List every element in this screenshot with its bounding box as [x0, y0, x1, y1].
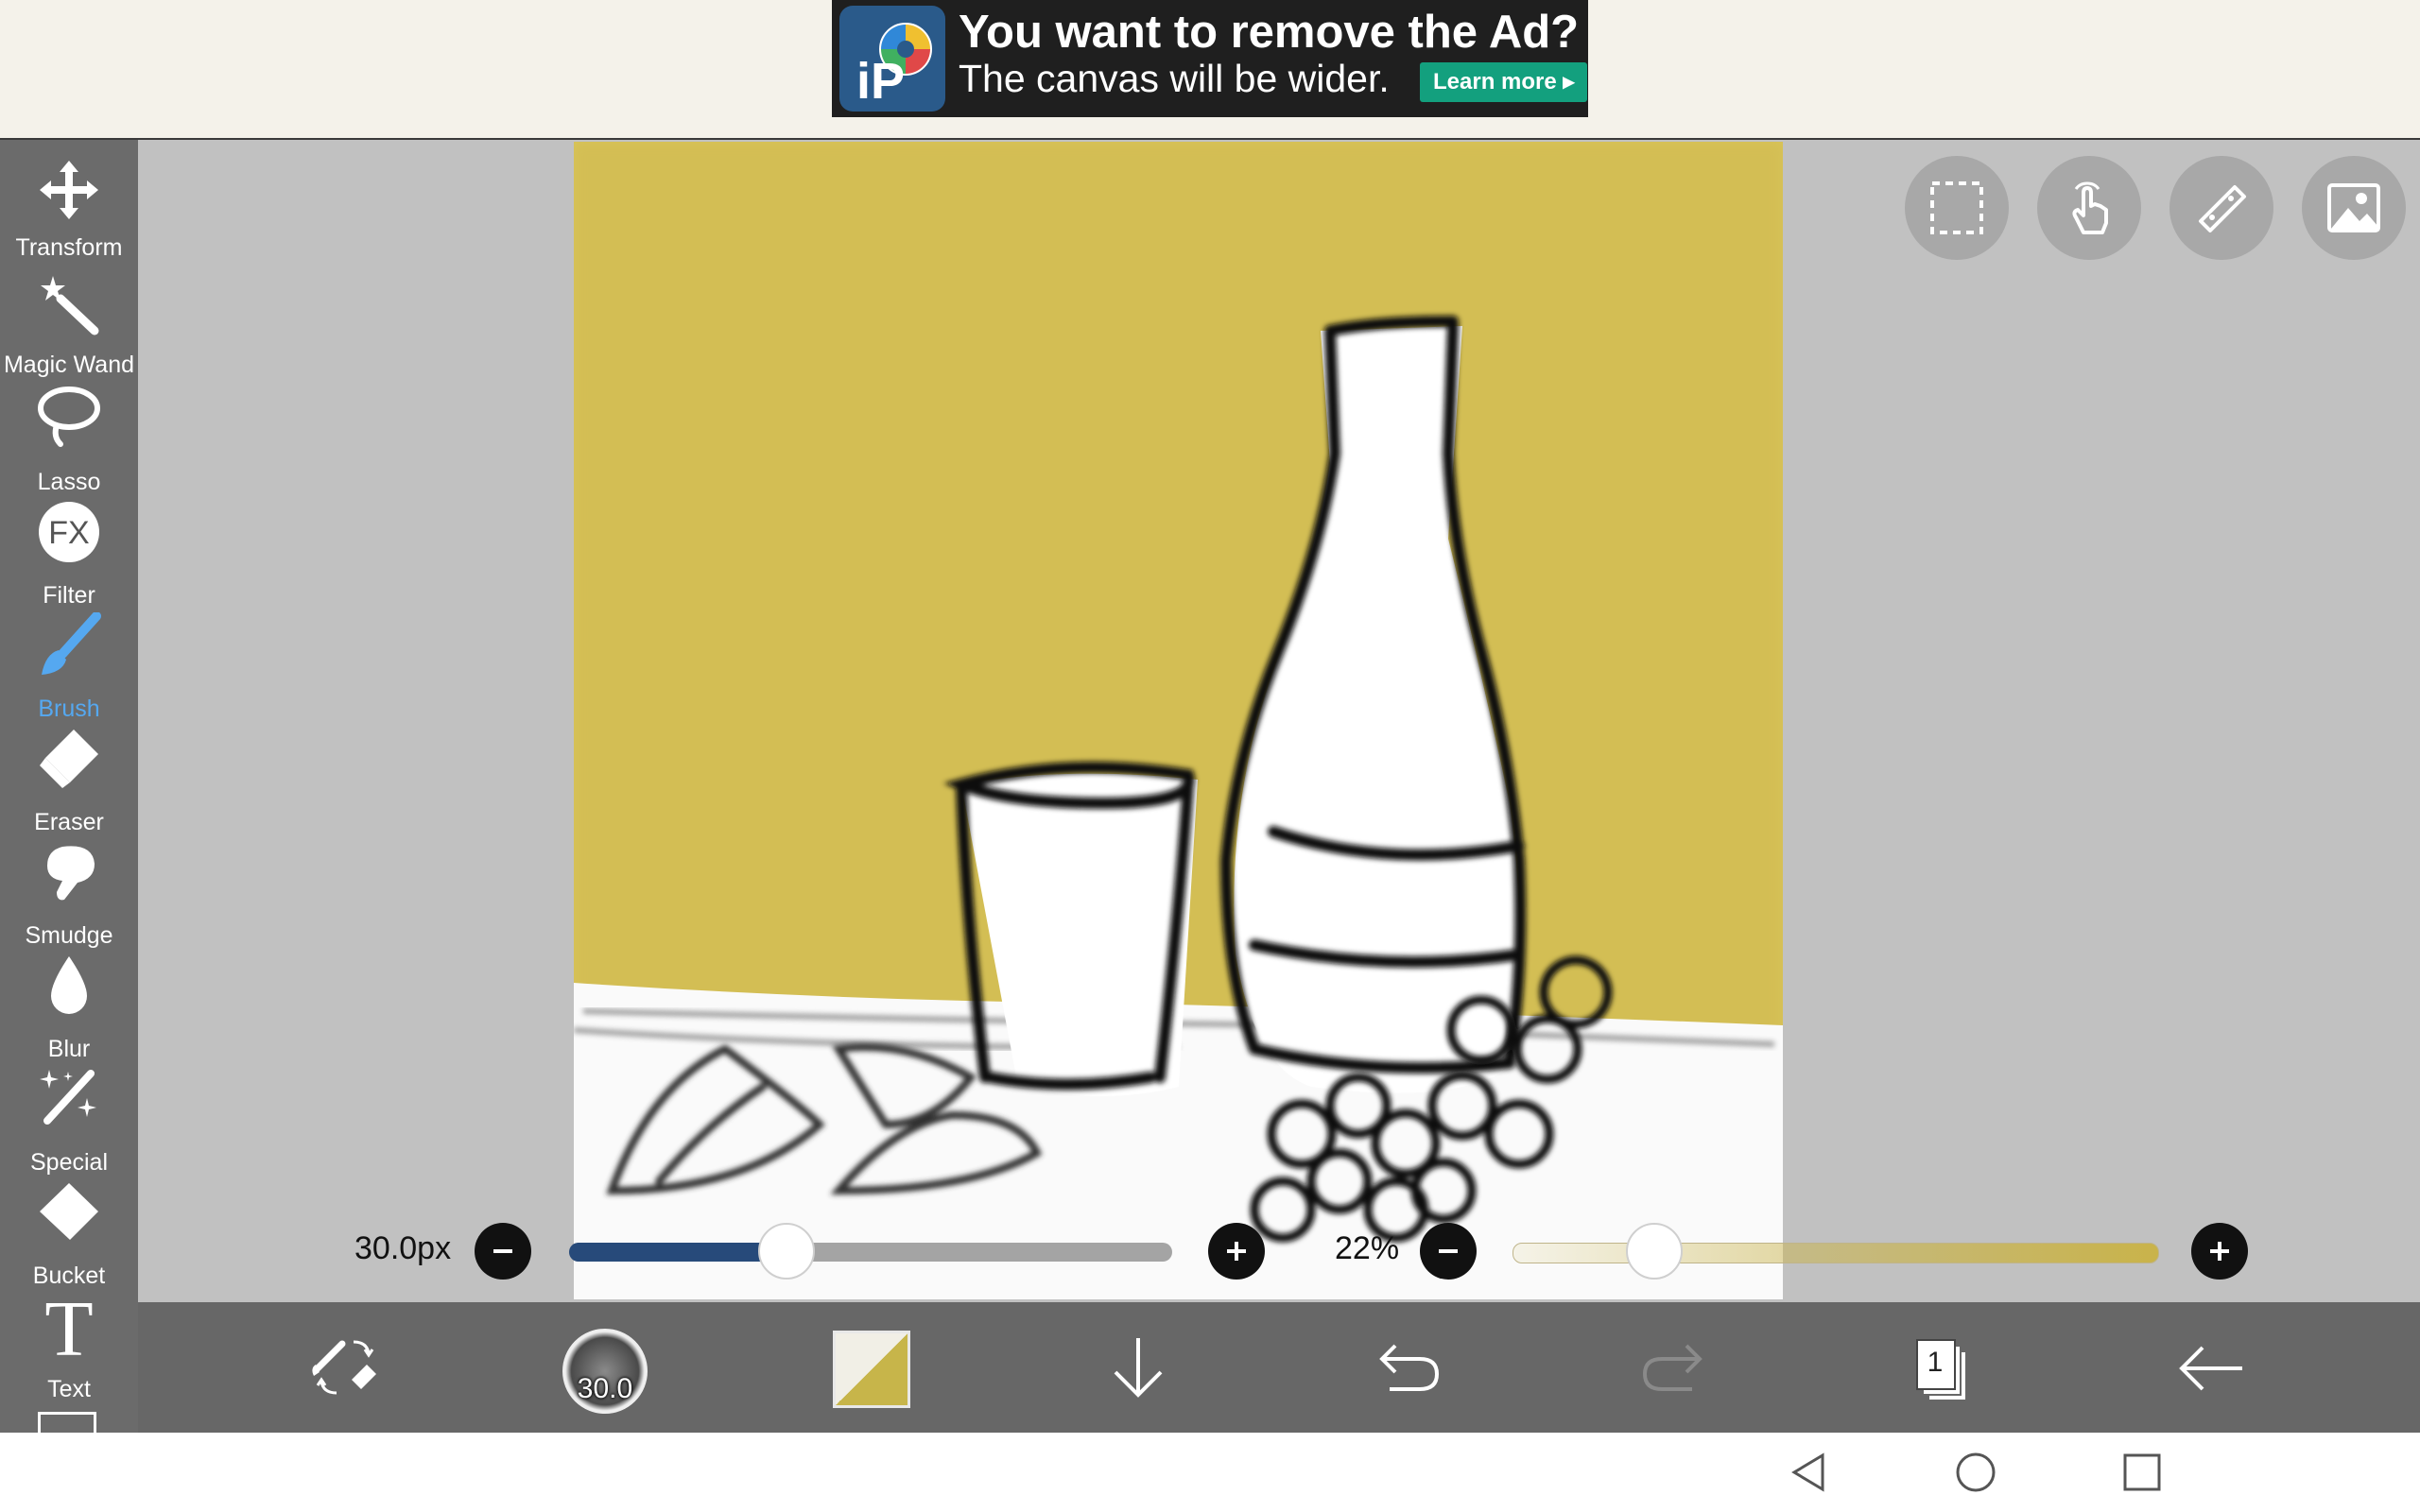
nav-recents-icon[interactable]	[2121, 1452, 2163, 1493]
back-arrow-icon	[2179, 1346, 2242, 1391]
tool-label: Smudge	[25, 922, 113, 949]
tool-magic-wand[interactable]: Magic Wand	[0, 272, 138, 386]
brush-size-slider-thumb[interactable]	[757, 1223, 815, 1280]
swap-tool-button[interactable]	[299, 1323, 389, 1414]
plus-icon	[2210, 1242, 2229, 1261]
tool-text[interactable]: T Text	[0, 1293, 138, 1406]
tool-eraser[interactable]: Eraser	[0, 726, 138, 839]
learn-more-button[interactable]: Learn more ▸	[1420, 62, 1588, 102]
minus-icon	[1439, 1249, 1458, 1253]
text-t-icon: T	[44, 1293, 93, 1365]
ad-banner[interactable]: iP You want to remove the Ad? The canvas…	[832, 0, 1588, 117]
ad-bar: iP You want to remove the Ad? The canvas…	[0, 0, 2420, 140]
layers-button[interactable]: 1	[1898, 1323, 1989, 1414]
bottom-toolbar: 30.0 1	[138, 1302, 2420, 1433]
ruler-icon	[2199, 185, 2246, 232]
lasso-icon	[38, 387, 100, 447]
reference-image-button[interactable]	[2302, 156, 2406, 260]
tool-label: Brush	[38, 696, 100, 722]
download-button[interactable]	[1093, 1323, 1184, 1414]
android-nav-bar	[0, 1433, 2420, 1512]
tool-label: Text	[47, 1376, 91, 1402]
color-swatch[interactable]	[833, 1331, 910, 1408]
swap-tool-icon	[312, 1340, 376, 1395]
opacity-value: 22%	[1335, 1230, 1400, 1266]
brush-preview[interactable]: 30.0	[562, 1329, 648, 1414]
hand-touch-button[interactable]	[2037, 156, 2141, 260]
tool-filter[interactable]: FX Filter	[0, 499, 138, 612]
nav-back-icon[interactable]	[1789, 1452, 1830, 1493]
logo-text: iP	[856, 53, 905, 110]
tool-label: Blur	[47, 1036, 91, 1062]
tool-label: Eraser	[34, 809, 104, 835]
plus-icon	[1227, 1242, 1246, 1261]
tool-transform[interactable]: Transform	[0, 157, 138, 270]
smudge-icon	[47, 846, 95, 901]
drawing-canvas[interactable]	[574, 142, 1783, 1299]
tool-label: Transform	[15, 234, 123, 261]
brush-size-decrease-button[interactable]	[475, 1223, 531, 1280]
opacity-increase-button[interactable]	[2191, 1223, 2248, 1280]
ibispaint-logo: iP	[839, 6, 945, 112]
selection-icon	[1930, 181, 1983, 234]
ruler-button[interactable]	[2169, 156, 2273, 260]
tool-label: Lasso	[37, 469, 101, 495]
hand-touch-icon	[2072, 181, 2108, 234]
redo-icon	[1642, 1344, 1703, 1391]
brush-icon	[42, 612, 101, 675]
tool-label: Filter	[43, 582, 95, 609]
fx-icon: FX	[39, 502, 99, 562]
brush-size-text: 30.0	[577, 1373, 633, 1404]
tool-brush[interactable]: Brush	[0, 612, 138, 726]
tool-label: Bucket	[32, 1263, 106, 1289]
opacity-slider-thumb[interactable]	[1626, 1223, 1684, 1280]
move-arrows-icon	[40, 161, 98, 219]
opacity-decrease-button[interactable]	[1420, 1223, 1477, 1280]
still-life-artwork	[574, 142, 1783, 1299]
layer-count: 1	[1927, 1347, 1944, 1378]
undo-icon	[1379, 1344, 1440, 1391]
special-wand-icon	[40, 1070, 96, 1125]
bucket-icon	[40, 1183, 98, 1240]
tool-blur[interactable]: Blur	[0, 953, 138, 1066]
svg-text:FX: FX	[48, 515, 89, 551]
nav-home-icon[interactable]	[1955, 1452, 1996, 1493]
tool-sidebar: Transform Magic Wand Lasso FX Filter Bru…	[0, 140, 138, 1433]
back-button[interactable]	[2167, 1323, 2257, 1414]
minus-icon	[493, 1249, 512, 1253]
tool-frame-partial[interactable]	[38, 1412, 96, 1433]
tool-special[interactable]: Special	[0, 1066, 138, 1179]
undo-button[interactable]	[1361, 1323, 1452, 1414]
brush-size-increase-button[interactable]	[1208, 1223, 1265, 1280]
tool-label: Special	[30, 1149, 108, 1176]
magic-wand-icon	[41, 276, 99, 335]
eraser-icon	[40, 730, 98, 788]
tool-smudge[interactable]: Smudge	[0, 839, 138, 953]
selection-button[interactable]	[1905, 156, 2009, 260]
tool-label: Magic Wand	[3, 352, 134, 378]
brush-size-slider-fill	[569, 1243, 786, 1262]
droplet-icon	[51, 956, 87, 1014]
brush-size-value: 30.0px	[354, 1230, 452, 1266]
redo-button[interactable]	[1630, 1323, 1720, 1414]
image-icon	[2327, 183, 2380, 232]
ad-subtitle: The canvas will be wider.	[959, 57, 1390, 100]
opacity-slider-track[interactable]	[1512, 1243, 2159, 1263]
ad-title: You want to remove the Ad?	[959, 7, 1580, 58]
tool-lasso[interactable]: Lasso	[0, 386, 138, 499]
tool-bucket[interactable]: Bucket	[0, 1179, 138, 1293]
download-arrow-icon	[1114, 1338, 1163, 1398]
svg-text:T: T	[44, 1293, 93, 1365]
